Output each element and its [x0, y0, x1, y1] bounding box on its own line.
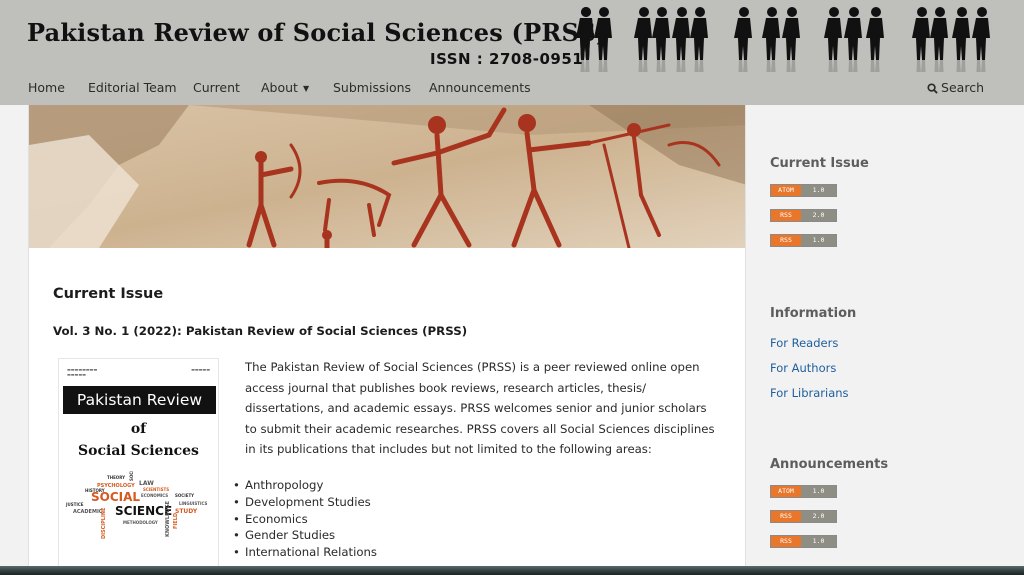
cover-small-text-right: ▬▬▬▬▬	[191, 367, 210, 372]
nav-submissions[interactable]: Submissions	[333, 80, 411, 95]
feed-version: 1.0	[801, 486, 836, 497]
link-for-readers[interactable]: For Readers	[770, 336, 838, 350]
cover-small-text: ▬▬▬▬▬▬▬▬ ▬▬▬▬▬	[67, 367, 98, 377]
atom-feed-button[interactable]: ATOM 1.0	[770, 485, 837, 498]
cloud-word-sociology: SOCIOLOGY	[129, 471, 134, 481]
cover-title-of: of	[130, 421, 147, 437]
feed-type: RSS	[771, 511, 801, 522]
atom-feed-button[interactable]: ATOM 1.0	[770, 184, 837, 197]
cover-word-cloud: THEORY PSYCHOLOGY LAW SCIENTISTS HISTORY…	[65, 471, 208, 539]
caret-down-icon: ▼	[302, 84, 310, 93]
cloud-word-justice: JUSTICE	[65, 502, 84, 507]
sidebar-information-heading: Information	[770, 306, 857, 321]
rss2-feed-button[interactable]: RSS 2.0	[770, 209, 837, 222]
cloud-word-field: FIELD	[173, 513, 179, 529]
nav-announcements[interactable]: Announcements	[429, 80, 531, 95]
site-title[interactable]: Pakistan Review of Social Sciences (PRSS…	[27, 18, 608, 47]
link-for-librarians[interactable]: For Librarians	[770, 386, 849, 400]
nav-current[interactable]: Current	[193, 80, 240, 95]
cloud-word-society: SOCIETY	[175, 493, 194, 498]
feed-type: RSS	[771, 536, 801, 547]
rss1-feed-button[interactable]: RSS 1.0	[770, 234, 837, 247]
cloud-word-law: LAW	[139, 480, 154, 487]
feed-version: 2.0	[801, 511, 836, 522]
cloud-word-theory: THEORY	[107, 475, 125, 480]
cloud-word-linguistics: LINGUISTICS	[179, 501, 208, 506]
issue-cover-image[interactable]: ▬▬▬▬▬▬▬▬ ▬▬▬▬▬ ▬▬▬▬▬ Pakistan Review of S…	[58, 358, 219, 574]
search-icon	[927, 83, 938, 94]
list-item: International Relations	[233, 544, 377, 561]
list-item: Anthropology	[233, 477, 377, 494]
main-content: Current Issue Vol. 3 No. 1 (2022): Pakis…	[28, 105, 746, 575]
site-header: Pakistan Review of Social Sciences (PRSS…	[0, 0, 1024, 105]
rss1-feed-button[interactable]: RSS 1.0	[770, 535, 837, 548]
issn-number: ISSN : 2708-0951	[430, 50, 584, 68]
issue-title[interactable]: Vol. 3 No. 1 (2022): Pakistan Review of …	[53, 324, 467, 338]
page-title: Current Issue	[53, 286, 164, 302]
subject-areas-list: Anthropology Development Studies Economi…	[233, 477, 377, 561]
cloud-word-knowledge: KNOWLEDGE	[165, 500, 171, 537]
journal-description: The Pakistan Review of Social Sciences (…	[245, 360, 715, 457]
cloud-word-science: SCIENCE	[115, 504, 172, 518]
cloud-word-academic: ACADEMIC	[73, 509, 103, 515]
cover-title-social-sciences: Social Sciences	[78, 443, 199, 459]
cave-painting-banner-image	[29, 105, 745, 248]
feed-version: 2.0	[801, 210, 836, 221]
list-item: Development Studies	[233, 494, 377, 511]
primary-nav: Home Editorial Team Current About ▼ Submi…	[0, 76, 1024, 100]
sidebar: Current Issue ATOM 1.0 RSS 2.0 RSS 1.0 Info…	[770, 105, 1000, 575]
nav-about[interactable]: About ▼	[261, 80, 309, 95]
list-item: Economics	[233, 511, 377, 528]
feed-type: RSS	[771, 235, 801, 246]
list-item: Gender Studies	[233, 527, 377, 544]
cloud-word-social: SOCIAL	[91, 490, 140, 504]
feed-type: ATOM	[771, 486, 801, 497]
people-silhouettes-image	[576, 7, 990, 72]
sidebar-current-issue-heading: Current Issue	[770, 156, 869, 171]
nav-editorial-team[interactable]: Editorial Team	[88, 80, 177, 95]
cloud-word-economics: ECONOMICS	[141, 493, 168, 498]
cloud-word-discipline: DISCIPLINE	[101, 507, 107, 539]
search-label: Search	[941, 80, 984, 95]
bottom-background-strip	[0, 566, 1024, 575]
feed-type: ATOM	[771, 185, 801, 196]
feed-type: RSS	[771, 210, 801, 221]
cover-title-bar: Pakistan Review	[63, 386, 216, 414]
link-for-authors[interactable]: For Authors	[770, 361, 836, 375]
feed-version: 1.0	[801, 235, 836, 246]
nav-home[interactable]: Home	[28, 80, 65, 95]
sidebar-announcements-heading: Announcements	[770, 457, 889, 472]
cloud-word-scientists: SCIENTISTS	[143, 487, 169, 492]
feed-version: 1.0	[801, 536, 836, 547]
nav-about-label: About	[261, 80, 298, 95]
rss2-feed-button[interactable]: RSS 2.0	[770, 510, 837, 523]
cloud-word-methodology: METHODOLOGY	[123, 520, 158, 525]
search-link[interactable]: Search	[927, 80, 984, 95]
feed-version: 1.0	[801, 185, 836, 196]
